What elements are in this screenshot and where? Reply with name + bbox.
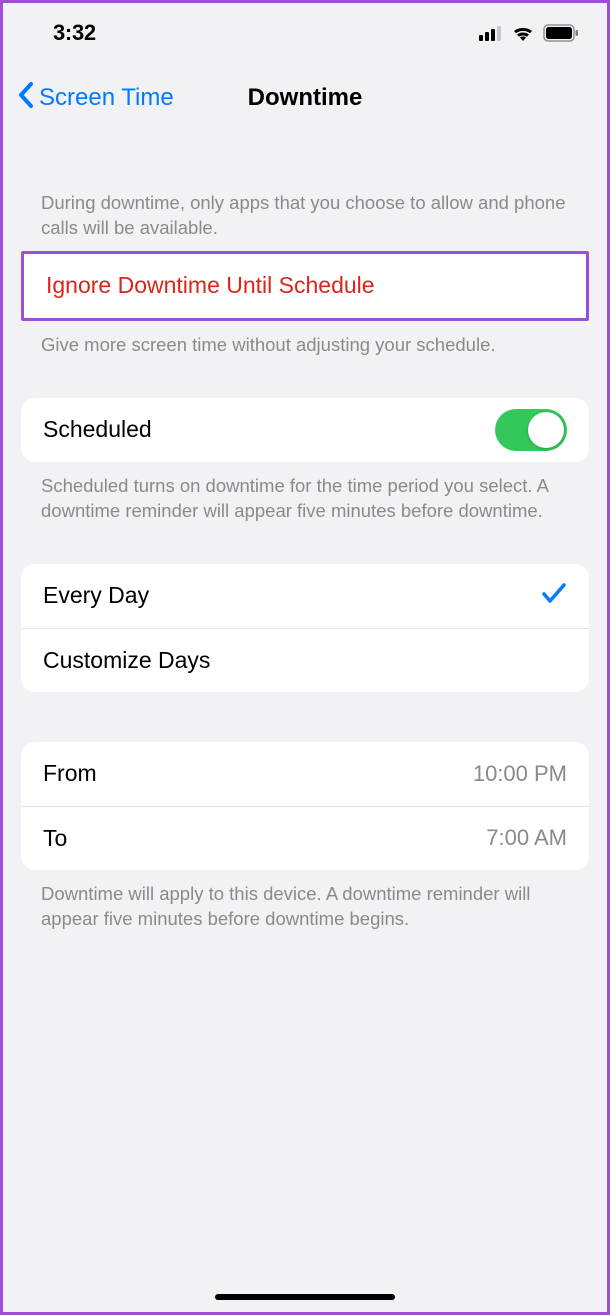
- status-time: 3:32: [53, 20, 96, 46]
- home-indicator[interactable]: [215, 1294, 395, 1300]
- ignore-downtime-label: Ignore Downtime Until Schedule: [46, 272, 375, 299]
- schedule-type-group: Every Day Customize Days: [21, 564, 589, 692]
- scheduled-row: Scheduled: [21, 398, 589, 462]
- scheduled-toggle[interactable]: [495, 409, 567, 451]
- battery-icon: [543, 24, 579, 42]
- ignore-description: Give more screen time without adjusting …: [21, 321, 589, 368]
- page-title: Downtime: [248, 84, 363, 112]
- toggle-knob: [528, 412, 564, 448]
- ignore-downtime-button[interactable]: Ignore Downtime Until Schedule: [24, 254, 586, 318]
- chevron-left-icon: [17, 81, 35, 116]
- back-label: Screen Time: [39, 84, 174, 112]
- back-button[interactable]: Screen Time: [17, 81, 174, 116]
- status-icons: [479, 24, 579, 42]
- scheduled-group: Scheduled: [21, 398, 589, 462]
- nav-bar: Screen Time Downtime: [3, 63, 607, 133]
- wifi-icon: [511, 24, 535, 42]
- from-row[interactable]: From 10:00 PM: [21, 742, 589, 806]
- from-label: From: [43, 760, 97, 787]
- status-bar: 3:32: [3, 3, 607, 63]
- every-day-label: Every Day: [43, 582, 149, 609]
- time-description: Downtime will apply to this device. A do…: [21, 870, 589, 942]
- ignore-downtime-group: Ignore Downtime Until Schedule: [21, 251, 589, 321]
- to-row[interactable]: To 7:00 AM: [21, 806, 589, 870]
- scheduled-description: Scheduled turns on downtime for the time…: [21, 462, 589, 534]
- scheduled-label: Scheduled: [43, 416, 152, 443]
- to-label: To: [43, 825, 67, 852]
- checkmark-icon: [541, 580, 567, 612]
- from-value: 10:00 PM: [473, 761, 567, 787]
- cellular-signal-icon: [479, 25, 503, 41]
- to-value: 7:00 AM: [486, 825, 567, 851]
- customize-days-label: Customize Days: [43, 647, 210, 674]
- intro-description: During downtime, only apps that you choo…: [21, 179, 589, 251]
- customize-days-row[interactable]: Customize Days: [21, 628, 589, 692]
- time-range-group: From 10:00 PM To 7:00 AM: [21, 742, 589, 870]
- every-day-row[interactable]: Every Day: [21, 564, 589, 628]
